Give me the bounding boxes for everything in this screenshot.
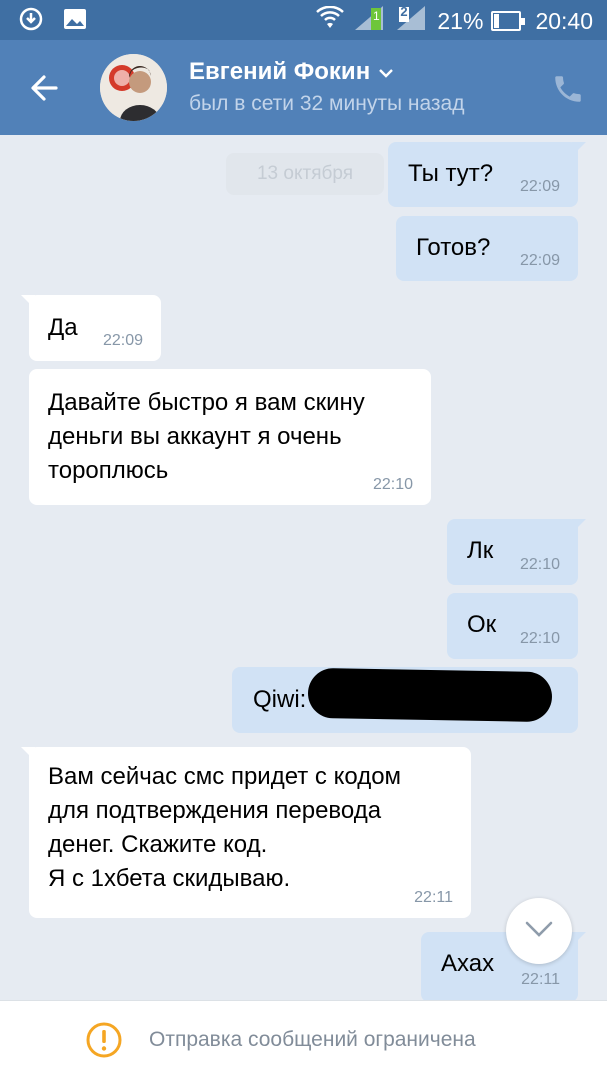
battery-percent: 21% bbox=[437, 7, 484, 34]
contact-name[interactable]: Евгений Фокин bbox=[189, 58, 394, 86]
last-seen-status: был в сети 32 минуты назад bbox=[189, 92, 465, 115]
message-time: 22:09 bbox=[102, 332, 143, 349]
sim2-label: 2 bbox=[400, 4, 408, 19]
message-text: Ты тут? bbox=[408, 160, 494, 187]
message-time: 22:10 bbox=[519, 556, 560, 573]
bubble-tail bbox=[572, 932, 586, 946]
bubble-tail bbox=[572, 142, 586, 156]
svg-text:1: 1 bbox=[373, 9, 380, 23]
message-text: Ок bbox=[467, 611, 497, 638]
message-feed[interactable]: 13 октября Ты тут? 22:09 Готов? 22:09 Да… bbox=[0, 135, 607, 1000]
message-time: 22:11 bbox=[414, 889, 453, 906]
message-time: 22:10 bbox=[519, 630, 560, 647]
messaging-restricted-bar: Отправка сообщений ограничена bbox=[0, 1000, 607, 1080]
message-time: 22:09 bbox=[519, 178, 560, 195]
bubble-tail bbox=[21, 295, 35, 309]
message-time: 22:11 bbox=[521, 971, 560, 988]
message-text: Ахах bbox=[441, 950, 495, 977]
message-time: 22:09 bbox=[519, 252, 560, 269]
phone-icon[interactable] bbox=[551, 72, 585, 106]
chat-header: Евгений Фокин был в сети 32 минуты назад bbox=[0, 40, 607, 135]
incoming-message[interactable]: Давайте быстро я вам скину деньги вы акк… bbox=[29, 369, 431, 505]
bubble-tail bbox=[572, 519, 586, 533]
date-separator: 13 октября bbox=[226, 153, 384, 195]
avatar[interactable] bbox=[100, 54, 167, 121]
image-icon bbox=[62, 6, 88, 32]
incoming-message[interactable]: Да 22:09 bbox=[21, 295, 161, 361]
outgoing-message[interactable]: Готов? 22:09 bbox=[396, 216, 578, 281]
battery-icon bbox=[491, 11, 526, 31]
wifi-icon bbox=[315, 5, 345, 36]
back-arrow-icon[interactable] bbox=[26, 70, 66, 106]
message-text: Давайте быстро я вам скину деньги вы акк… bbox=[48, 389, 365, 484]
scroll-down-button[interactable] bbox=[506, 898, 572, 964]
status-bar: 1 2 21% 20:40 bbox=[0, 0, 607, 40]
restriction-notice: Отправка сообщений ограничена bbox=[149, 1028, 476, 1051]
message-time: 22:10 bbox=[372, 476, 413, 493]
message-text: Да bbox=[48, 314, 78, 341]
signal-icon: 2 bbox=[395, 4, 429, 38]
outgoing-message[interactable]: Лк 22:10 bbox=[447, 519, 586, 585]
outgoing-message[interactable]: Ты тут? 22:09 bbox=[388, 142, 586, 207]
warning-icon bbox=[85, 1021, 123, 1059]
bubble-tail bbox=[21, 747, 35, 761]
sync-icon bbox=[18, 6, 44, 32]
contact-name-label: Евгений Фокин bbox=[189, 58, 371, 85]
message-text: Лк bbox=[467, 537, 494, 564]
message-text: Готов? bbox=[416, 234, 491, 261]
redaction-mark bbox=[307, 667, 553, 723]
clock: 20:40 bbox=[535, 7, 593, 34]
message-text: Qiwi: bbox=[253, 686, 307, 713]
incoming-message[interactable]: Вам сейчас смс придет с кодом для подтве… bbox=[21, 747, 471, 918]
chevron-down-icon bbox=[524, 920, 554, 943]
outgoing-message[interactable]: Ок 22:10 bbox=[447, 593, 578, 659]
signal-icon: 1 bbox=[353, 4, 387, 38]
message-text: Вам сейчас смс придет с кодом для подтве… bbox=[48, 763, 402, 892]
chevron-down-icon bbox=[378, 58, 394, 86]
